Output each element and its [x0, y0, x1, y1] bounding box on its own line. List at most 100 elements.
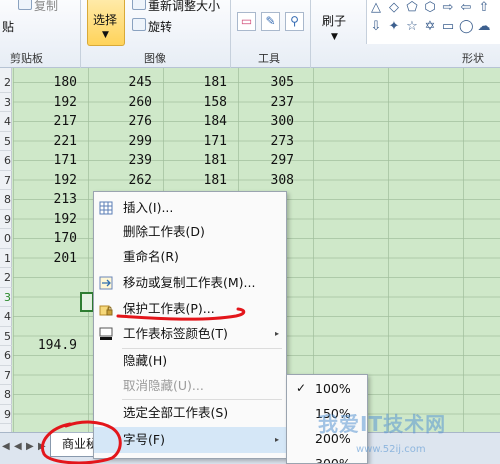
row-number[interactable]: 2	[0, 268, 12, 288]
menu-item-hide[interactable]: 隐藏(H)	[94, 348, 286, 374]
menu-item-tab-color[interactable]: 工作表标签颜色(T) ▸	[94, 321, 286, 347]
menu-item-rename[interactable]: 重命名(R)	[94, 244, 286, 270]
cell[interactable]: 273	[234, 132, 294, 151]
row-number[interactable]: 5	[0, 132, 12, 151]
shape-pentagon-icon[interactable]: ⬠	[405, 1, 419, 14]
row-number[interactable]: 7	[0, 366, 12, 385]
row-number[interactable]: 0	[0, 229, 12, 249]
next-sheet-icon[interactable]: ▶	[26, 441, 34, 452]
shapes-gallery[interactable]: △ ◇ ⬠ ⬡ ⇨ ⇦ ⇧ ⇩ ✦ ☆ ✡ ▭ ◯ ☁	[366, 0, 500, 44]
cell[interactable]: 239	[92, 151, 152, 170]
row-number[interactable]: 6	[0, 346, 12, 366]
magnifier-icon[interactable]: ⚲	[285, 12, 304, 31]
cell[interactable]: 201	[17, 249, 77, 268]
shape-star5-icon[interactable]: ☆	[405, 20, 419, 33]
resize-icon	[132, 0, 146, 10]
cell[interactable]: 308	[234, 171, 294, 190]
shape-arrow-right-icon[interactable]: ⇨	[441, 1, 455, 14]
tab-color-icon	[99, 327, 113, 340]
cell[interactable]: 192	[17, 93, 77, 112]
cell[interactable]: 192	[17, 210, 77, 229]
cell[interactable]: 158	[167, 93, 227, 112]
active-cell-cursor[interactable]	[80, 292, 94, 312]
row-number[interactable]: 8	[0, 385, 12, 405]
shape-star4-icon[interactable]: ✦	[387, 20, 401, 33]
menu-item-select-all-sheets[interactable]: 选定全部工作表(S)	[94, 400, 286, 426]
cell[interactable]: 297	[234, 151, 294, 170]
shape-callout-rect-icon[interactable]: ▭	[441, 20, 455, 33]
cell[interactable]: 213	[17, 190, 77, 209]
shape-arrow-up-icon[interactable]: ⇧	[477, 1, 491, 14]
row-number[interactable]: 8	[0, 190, 12, 210]
shape-triangle-icon[interactable]: △	[369, 1, 383, 14]
first-sheet-icon[interactable]: ◀	[2, 441, 10, 452]
cell[interactable]: 181	[167, 73, 227, 92]
color-picker-icon[interactable]: ✎	[261, 12, 280, 31]
menu-item-label: 选定全部工作表(S)	[123, 405, 229, 420]
menu-item-move-copy[interactable]: 移动或复制工作表(M)...	[94, 270, 286, 296]
cell[interactable]: 299	[92, 132, 152, 151]
menu-item-delete-sheet[interactable]: 删除工作表(D)	[94, 219, 286, 245]
cell[interactable]: 245	[92, 73, 152, 92]
row-number[interactable]: 3	[0, 93, 12, 112]
brush-button[interactable]: 刷子	[322, 12, 346, 29]
submenu-arrow-icon: ▸	[274, 329, 279, 338]
row-number[interactable]: 5	[0, 327, 12, 346]
prev-sheet-icon[interactable]: ◀	[14, 441, 22, 452]
row-number[interactable]: 9	[0, 210, 12, 229]
cell[interactable]: 181	[167, 151, 227, 170]
cell[interactable]: 181	[167, 171, 227, 190]
row-number[interactable]: 2	[0, 73, 12, 93]
cell[interactable]: 300	[234, 112, 294, 131]
menu-item-font-size[interactable]: 字号(F) ▸	[94, 427, 286, 453]
average-cell[interactable]: 194.9	[17, 336, 77, 355]
eraser-icon[interactable]: ▭	[237, 12, 256, 31]
shape-arrow-left-icon[interactable]: ⇦	[459, 1, 473, 14]
shape-callout-oval-icon[interactable]: ◯	[459, 20, 474, 33]
row-number[interactable]: 4	[0, 112, 12, 132]
cell[interactable]: 237	[234, 93, 294, 112]
shape-arrow-down-icon[interactable]: ⇩	[369, 20, 383, 33]
ribbon-separator	[310, 0, 311, 68]
shape-diamond-icon[interactable]: ◇	[387, 1, 401, 14]
paste-button[interactable]: 贴	[2, 18, 14, 35]
menu-item-protect-sheet[interactable]: 保护工作表(P)...	[94, 296, 286, 322]
cell[interactable]: 184	[167, 112, 227, 131]
shape-hexagon-icon[interactable]: ⬡	[423, 1, 437, 14]
cell[interactable]: 260	[92, 93, 152, 112]
row-number[interactable]: 7	[0, 171, 12, 190]
cell[interactable]: 305	[234, 73, 294, 92]
copy-button[interactable]: 复制	[34, 0, 58, 14]
cell[interactable]: 221	[17, 132, 77, 151]
cell[interactable]: 217	[17, 112, 77, 131]
submenu-item-label: 300%	[315, 456, 351, 464]
cell[interactable]: 171	[17, 151, 77, 170]
menu-item-label: 移动或复制工作表(M)...	[123, 275, 256, 290]
rotate-icon	[132, 18, 146, 31]
shape-star6-icon[interactable]: ✡	[423, 20, 437, 33]
select-button[interactable]: 选择 ▼	[87, 0, 125, 46]
rotate-button[interactable]: 旋转	[148, 18, 172, 35]
cell[interactable]: 262	[92, 171, 152, 190]
cell[interactable]: 171	[167, 132, 227, 151]
cell[interactable]: 170	[17, 229, 77, 248]
resize-button[interactable]: 重新调整大小	[148, 0, 220, 14]
last-sheet-icon[interactable]: ▶	[38, 441, 46, 452]
menu-item-insert[interactable]: 插入(I)...	[94, 195, 286, 221]
row-number-active[interactable]: 3	[0, 288, 12, 307]
row-number[interactable]: 4	[0, 307, 12, 327]
menu-item-label: 工作表标签颜色(T)	[123, 326, 228, 341]
menu-item-label: 重命名(R)	[123, 249, 179, 264]
submenu-item-300[interactable]: 300%	[287, 451, 367, 464]
submenu-item-100[interactable]: ✓ 100%	[287, 376, 367, 401]
row-number[interactable]: 9	[0, 405, 12, 424]
menu-item-label: 保护工作表(P)...	[123, 301, 215, 316]
cell[interactable]: 192	[17, 171, 77, 190]
cell[interactable]: 180	[17, 73, 77, 92]
row-number[interactable]: 1	[0, 249, 12, 268]
shape-cloud-icon[interactable]: ☁	[477, 20, 491, 33]
cell[interactable]: 276	[92, 112, 152, 131]
insert-sheet-icon	[99, 201, 113, 215]
shapes-group-label: 形状	[462, 52, 484, 65]
row-number[interactable]: 6	[0, 151, 12, 171]
